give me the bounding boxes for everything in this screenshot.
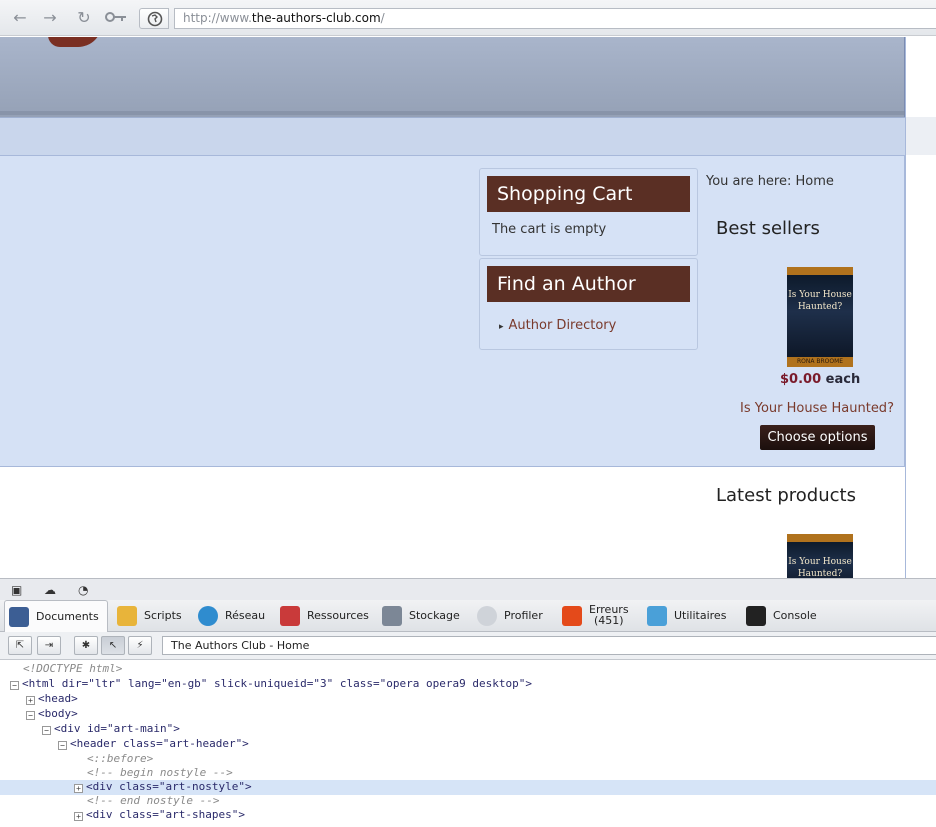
product-price: $0.00 each [780,372,861,387]
dom-tree: <!DOCTYPE html> − <html dir="ltr" lang="e… [0,660,936,827]
documents-icon [9,607,29,627]
collapse-icon[interactable]: − [42,726,51,735]
tab-profiler[interactable]: Profiler [473,600,555,632]
find-author-title: Find an Author [487,266,690,302]
tab-network[interactable]: Réseau [194,600,276,632]
url-input[interactable]: http://www.the-authors-club.com/ [174,8,936,29]
page-viewport: Shopping Cart The cart is empty Find an … [0,37,936,578]
book-cover-author: RONA BROOME [787,357,853,367]
tree-node[interactable]: − <header class="art-header"> [0,737,936,752]
tab-documents[interactable]: Documents [4,600,108,632]
export-button[interactable]: ⇥ [37,636,61,655]
tab-console[interactable]: Console [742,600,832,632]
tab-scripts[interactable]: Scripts [113,600,193,632]
browser-window: ← → ↻ http://www.the-authors-club.com/ S… [0,0,936,827]
tree-node[interactable]: − <body> [0,707,936,722]
tree-node[interactable]: + <head> [0,692,936,707]
tree-node-selected[interactable]: + <div class="art-nostyle"> [0,780,936,795]
latest-book-cover-title: Is Your House Haunted? [788,557,852,578]
devtools-toolbar: ⇱ ⇥ ✱ ↖ ⚡ The Authors Club - Home [0,632,936,660]
console-icon [746,606,766,626]
expand-icon[interactable]: + [74,784,83,793]
tree-node[interactable]: <!DOCTYPE html> [0,662,936,677]
document-select[interactable]: The Authors Club - Home [162,636,936,655]
select-element-button[interactable]: ↖ [101,636,125,655]
tree-node[interactable]: − <div id="art-main"> [0,722,936,737]
tab-errors[interactable]: Erreurs (451) [558,600,642,632]
globe-icon [147,11,163,27]
settings-icon[interactable]: ◔ [78,583,88,597]
expand-icon[interactable]: + [26,696,35,705]
tree-node[interactable]: <::before> [0,752,936,767]
resources-icon [280,606,300,626]
storage-icon [382,606,402,626]
scripts-icon [117,606,137,626]
shopping-cart-title: Shopping Cart [487,176,690,212]
devtools-tabs: Documents Scripts Réseau Ressources Stoc… [0,600,936,632]
dock-icon[interactable]: ▣ [11,583,22,597]
forward-icon[interactable]: → [40,9,60,27]
latest-book-cover[interactable]: Is Your House Haunted? [787,534,853,578]
expand-icon[interactable]: + [74,812,83,821]
errors-icon [562,606,582,626]
utilities-icon [647,606,667,626]
back-icon[interactable]: ← [10,9,30,27]
tab-storage[interactable]: Stockage [378,600,470,632]
shopping-cart-block: Shopping Cart The cart is empty [479,168,698,256]
tab-resources[interactable]: Ressources [276,600,374,632]
best-sellers-title: Best sellers [716,218,820,239]
expand-tree-button[interactable]: ⇱ [8,636,32,655]
cloud-icon[interactable]: ☁ [44,583,56,597]
collapse-icon[interactable]: − [10,681,19,690]
collapse-icon[interactable]: − [58,741,67,750]
latest-products-title: Latest products [716,485,856,506]
find-author-block: Find an Author ▸ Author Directory [479,258,698,350]
network-icon [198,606,218,626]
breadcrumb: You are here: Home [706,174,834,189]
update-button[interactable]: ⚡ [128,636,152,655]
nav-band [0,117,905,155]
inspected-element-highlight [0,155,905,467]
tree-node[interactable]: − <html dir="ltr" lang="en-gb" slick-uniq… [0,677,936,692]
site-info-button[interactable] [139,8,169,29]
site-logo [48,37,102,47]
key-icon[interactable] [104,9,128,27]
reload-icon[interactable]: ↻ [74,9,94,27]
choose-options-button[interactable]: Choose options [760,425,875,450]
highlight-button[interactable]: ✱ [74,636,98,655]
collapse-icon[interactable]: − [26,711,35,720]
author-directory-link[interactable]: Author Directory [509,318,617,333]
bullet-icon: ▸ [499,322,504,332]
cart-status: The cart is empty [492,222,607,237]
book-cover-title: Is Your House Haunted? [788,290,852,312]
tab-utilities[interactable]: Utilitaires [643,600,739,632]
site-header [0,37,905,117]
tree-node[interactable]: + <div class="art-shapes"> [0,808,936,823]
address-bar: ← → ↻ http://www.the-authors-club.com/ [0,0,936,36]
profiler-icon [477,606,497,626]
tree-node[interactable]: <!-- begin nostyle --> [0,766,936,781]
product-link[interactable]: Is Your House Haunted? [740,401,894,416]
book-cover[interactable]: Is Your House Haunted? RONA BROOME [787,267,853,367]
devtools-window-controls: ▣ ☁ ◔ [0,578,936,600]
tree-node[interactable]: <!-- end nostyle --> [0,794,936,809]
